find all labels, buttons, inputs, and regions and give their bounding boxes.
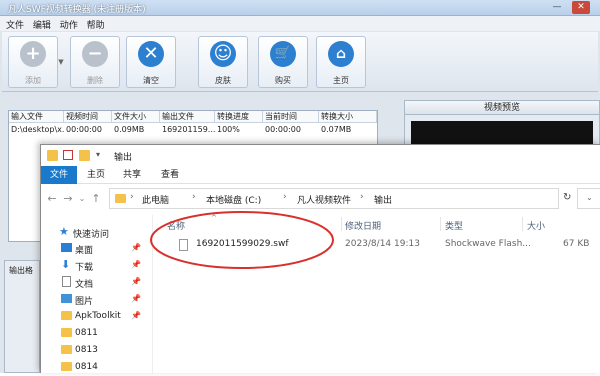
highlight-annotation bbox=[150, 211, 334, 269]
red-circle-annotation bbox=[150, 211, 334, 269]
